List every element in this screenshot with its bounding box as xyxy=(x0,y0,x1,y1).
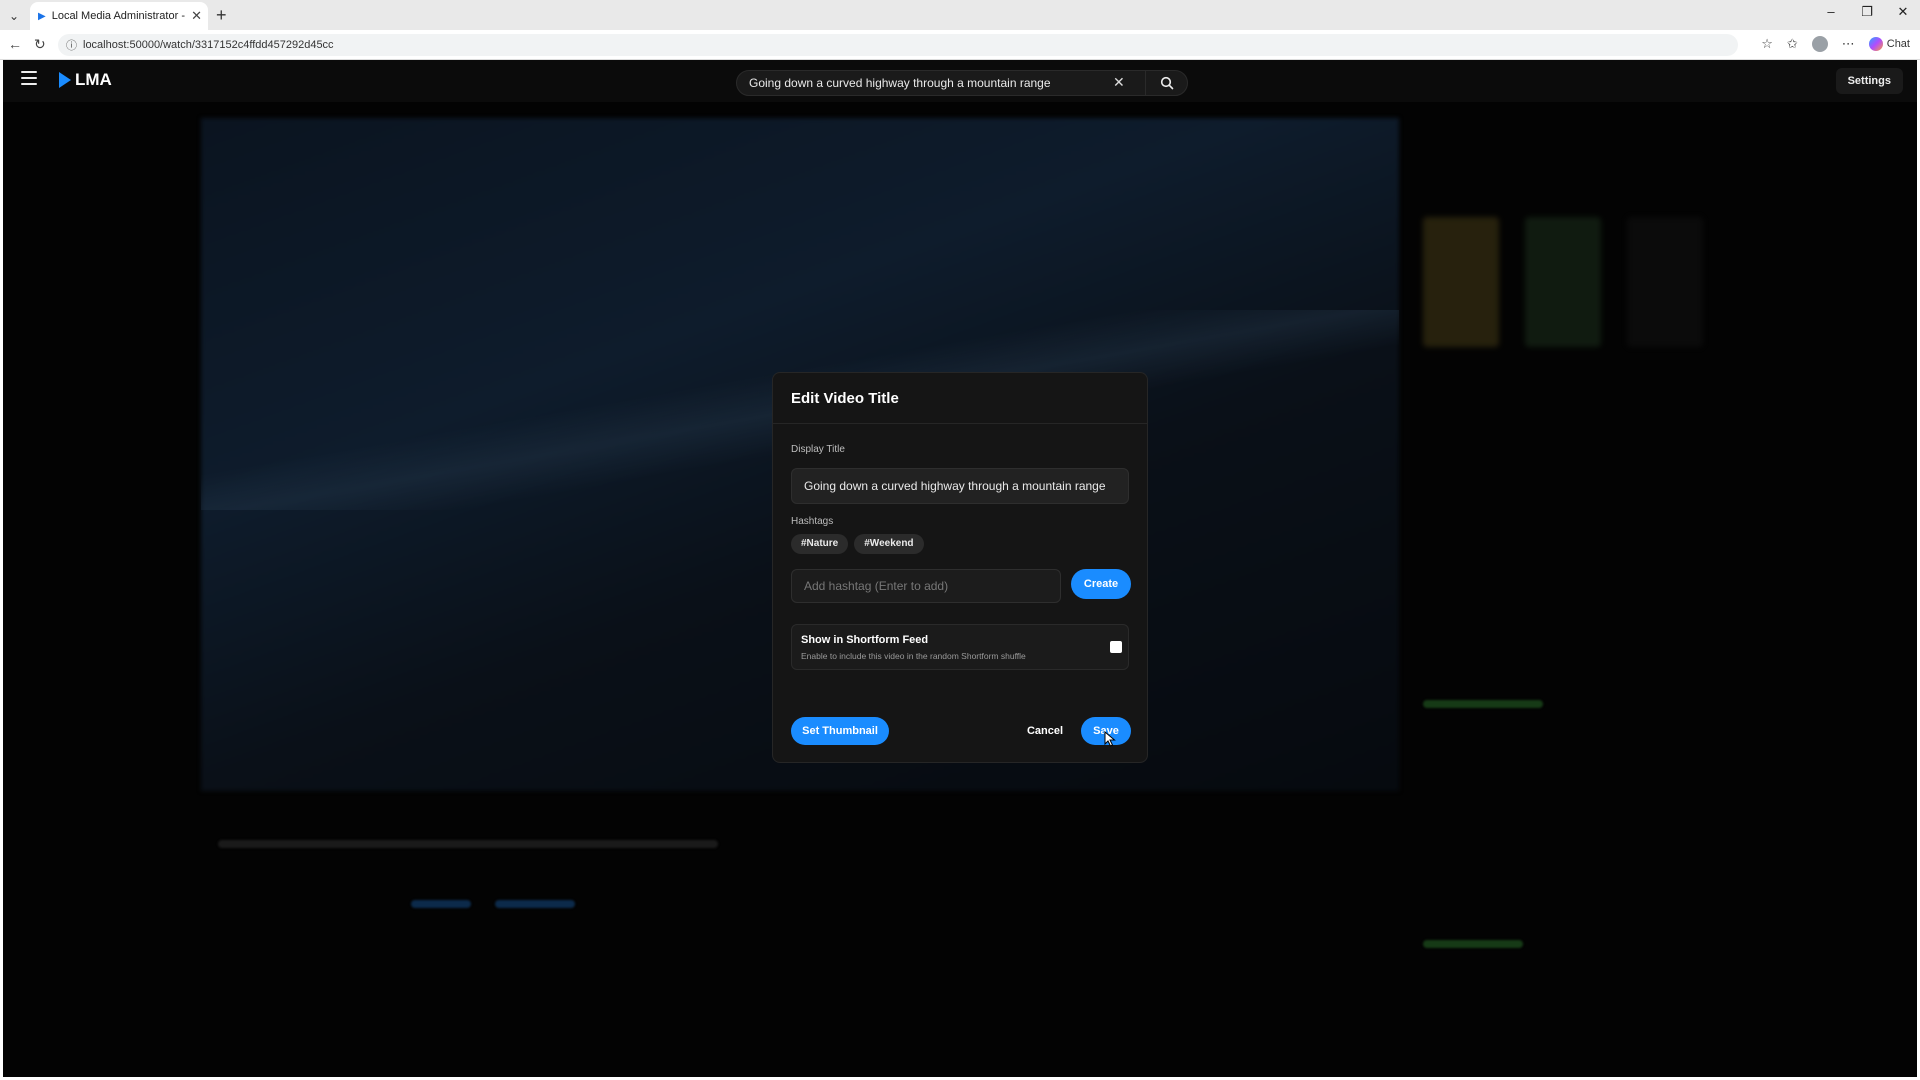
hashtag-chip[interactable]: #Nature xyxy=(791,534,849,554)
hashtags-label: Hashtags xyxy=(791,516,834,527)
profile-avatar[interactable] xyxy=(1811,36,1828,52)
browser-address-bar: ← ↻ ⓘ localhost:50000/watch/3317152c4ffd… xyxy=(0,30,1920,60)
blurred-tag xyxy=(495,900,575,908)
search-bar: Going down a curved highway through a mo… xyxy=(736,70,1188,96)
restore-icon[interactable]: ❐ xyxy=(1860,4,1874,20)
copilot-icon xyxy=(1868,37,1883,51)
close-icon[interactable]: ✕ xyxy=(1113,74,1125,91)
set-thumbnail-button[interactable]: Set Thumbnail xyxy=(791,717,889,745)
browser-toolbar-right: ☆ ✩ ⋯ Chat xyxy=(1761,36,1910,52)
hashtag-input[interactable]: Add hashtag (Enter to add) xyxy=(791,569,1061,603)
back-arrow-icon[interactable]: ← xyxy=(8,36,22,52)
display-title-label: Display Title xyxy=(791,444,845,455)
browser-tab-bar: ⌄ ▶ Local Media Administrator - Video ✕ … xyxy=(0,0,1920,30)
related-thumbnail xyxy=(1525,217,1601,347)
reload-icon[interactable]: ↻ xyxy=(34,36,46,53)
hamburger-icon[interactable] xyxy=(21,71,37,85)
copilot-chat-button[interactable]: Chat xyxy=(1868,37,1910,51)
display-title-input[interactable]: Going down a curved highway through a mo… xyxy=(791,468,1129,504)
create-hashtag-button[interactable]: Create xyxy=(1071,569,1131,599)
shortform-feed-option: Show in Shortform Feed Enable to include… xyxy=(791,624,1129,670)
blurred-sidebar-line xyxy=(1423,700,1543,708)
tab-favicon-icon: ▶ xyxy=(38,10,46,22)
page-viewport: LMA Going down a curved highway through … xyxy=(3,60,1917,1077)
tab-close-icon[interactable]: ✕ xyxy=(191,8,202,24)
tab-title: Local Media Administrator - Video xyxy=(51,10,187,22)
blurred-video-title xyxy=(218,840,718,848)
app-header: LMA Going down a curved highway through … xyxy=(3,60,1917,102)
dialog-title: Edit Video Title xyxy=(791,390,899,407)
tab-list-button[interactable]: ⌄ xyxy=(4,6,24,26)
minimize-icon[interactable]: – xyxy=(1824,4,1838,20)
window-controls: – ❐ ✕ xyxy=(1824,4,1910,20)
search-input[interactable]: Going down a curved highway through a mo… xyxy=(749,71,1109,95)
shortform-description: Enable to include this video in the rand… xyxy=(801,651,1026,661)
chat-label: Chat xyxy=(1886,38,1910,50)
hashtag-chip[interactable]: #Weekend xyxy=(854,534,924,554)
close-window-icon[interactable]: ✕ xyxy=(1896,4,1910,20)
url-text: localhost:50000/watch/3317152c4ffdd45729… xyxy=(83,39,334,51)
shortform-title: Show in Shortform Feed xyxy=(801,634,929,646)
more-menu-icon[interactable]: ⋯ xyxy=(1842,36,1855,52)
dialog-divider xyxy=(773,423,1147,424)
brand-name: LMA xyxy=(75,70,112,89)
favorite-star-icon[interactable]: ☆ xyxy=(1761,36,1773,52)
new-tab-button[interactable]: + xyxy=(216,5,227,25)
cancel-button[interactable]: Cancel xyxy=(1025,717,1065,745)
play-logo-icon xyxy=(59,72,71,88)
hashtag-list: #Nature #Weekend xyxy=(791,534,924,554)
related-thumbnail xyxy=(1627,217,1703,347)
edit-video-title-dialog: Edit Video Title Display Title Going dow… xyxy=(772,372,1148,763)
brand-logo[interactable]: LMA xyxy=(59,70,112,90)
mouse-cursor-icon xyxy=(1104,731,1116,747)
shortform-checkbox[interactable] xyxy=(1110,641,1122,653)
url-field[interactable]: ⓘ localhost:50000/watch/3317152c4ffdd457… xyxy=(58,34,1738,56)
blurred-tag xyxy=(411,900,471,908)
site-info-icon[interactable]: ⓘ xyxy=(66,37,77,53)
related-thumbnail xyxy=(1423,217,1499,347)
blurred-sidebar-line xyxy=(1423,940,1523,948)
settings-button[interactable]: Settings xyxy=(1835,68,1903,94)
favorites-icon[interactable]: ✩ xyxy=(1787,36,1798,52)
browser-tab-active[interactable]: ▶ Local Media Administrator - Video ✕ xyxy=(30,2,208,30)
search-icon xyxy=(1160,76,1174,90)
search-button[interactable] xyxy=(1145,71,1188,95)
